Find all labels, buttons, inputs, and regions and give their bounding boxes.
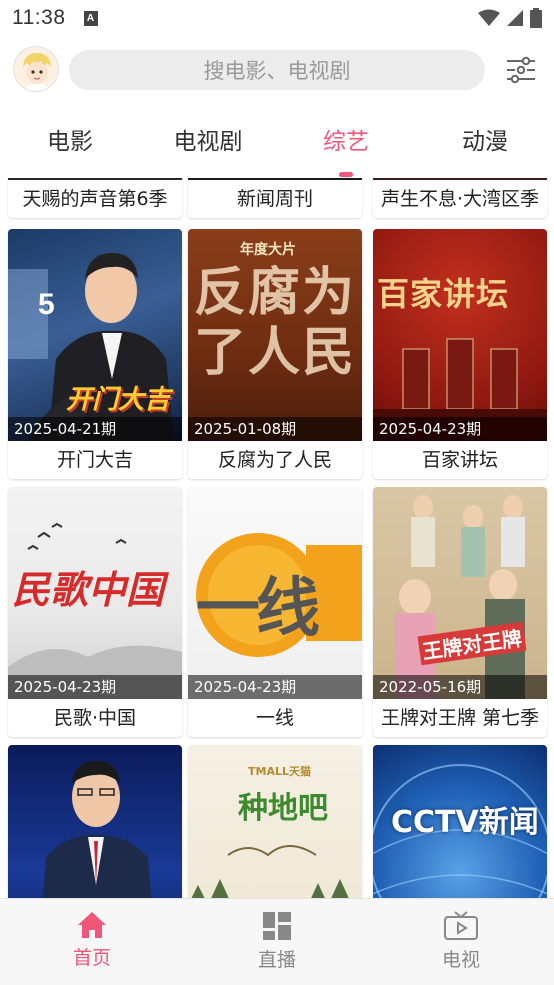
card-title: 声生不息·大湾区季: [380, 188, 540, 210]
card-poster: TMALL天猫 种地吧: [188, 745, 362, 898]
search-input[interactable]: 搜电影、电视剧: [69, 50, 485, 90]
card-title: 新闻周刊: [236, 188, 313, 210]
card-title: 开门大吉: [56, 449, 133, 471]
nav-live[interactable]: 直播: [217, 911, 337, 972]
card-partial[interactable]: 天赐的声音第6季: [8, 178, 182, 218]
search-placeholder: 搜电影、电视剧: [203, 59, 351, 83]
svg-text:5: 5: [38, 288, 55, 321]
poster-logo-text: 开门大吉: [66, 385, 171, 415]
category-tabs: 电影 电视剧 综艺 动漫: [0, 112, 554, 177]
card-poster: 百家讲坛 2025-04-23期: [373, 229, 547, 441]
card-date: 2025-04-23期: [188, 675, 362, 699]
signal-icon: [507, 10, 523, 26]
card-date: 2025-04-21期: [8, 417, 182, 441]
bottom-navigation: 首页 直播 电视: [0, 898, 554, 985]
active-tab-indicator: [339, 172, 353, 177]
card-fanfu[interactable]: 年度大片 反腐为了人民 2025-01-08期 反腐为了人民: [188, 229, 362, 479]
tab-variety[interactable]: 综艺: [296, 122, 396, 156]
status-icons: [478, 8, 542, 28]
card-title: 天赐的声音第6季: [22, 188, 168, 210]
card-poster: 5 开门大吉 2025-04-21期: [8, 229, 182, 441]
poster-title-text: CCTV新闻: [391, 805, 539, 840]
card-zhongdiba[interactable]: TMALL天猫 种地吧: [188, 745, 362, 898]
card-yixian[interactable]: 一线 2025-04-23期 一线: [188, 487, 362, 737]
tab-anime[interactable]: 动漫: [435, 122, 535, 156]
card-partial[interactable]: 新闻周刊: [188, 178, 362, 218]
card-poster: [8, 745, 182, 898]
status-time: 11:38: [12, 6, 66, 29]
card-title: 王牌对王牌 第七季: [380, 707, 540, 729]
card-title: 百家讲坛: [421, 449, 498, 471]
wifi-icon: [478, 9, 500, 26]
battery-icon: [530, 8, 542, 28]
card-minge-zhongguo[interactable]: 民歌中国 2025-04-23期 民歌·中国: [8, 487, 182, 737]
poster-title-text: 一线: [196, 572, 320, 646]
card-news-host[interactable]: [8, 745, 182, 898]
avatar[interactable]: [13, 46, 59, 92]
card-title: 一线: [255, 707, 294, 729]
tv-icon: [444, 911, 478, 940]
card-poster: CCTV新闻: [373, 745, 547, 898]
poster-title-text: 反腐为了人民: [194, 263, 357, 383]
poster-subtext: 年度大片: [240, 242, 296, 258]
notification-icon: A: [83, 10, 98, 26]
tab-movies[interactable]: 电影: [20, 122, 120, 156]
status-bar: 11:38 A: [0, 0, 554, 36]
poster-title-text: 民歌中国: [12, 567, 165, 612]
card-date: 2022-05-16期: [373, 675, 547, 699]
grid-icon: [263, 912, 291, 940]
card-title: 民歌·中国: [53, 707, 137, 729]
card-date: 2025-04-23期: [373, 417, 547, 441]
nav-tv-label: 电视: [441, 949, 480, 971]
variety-content-grid[interactable]: 天赐的声音第6季 新闻周刊 声生不息·大湾区季 5 开门大吉 2025-04-2…: [0, 178, 554, 898]
home-icon: [78, 912, 106, 938]
card-partial[interactable]: 声生不息·大湾区季: [373, 178, 547, 218]
card-date: 2025-01-08期: [188, 417, 362, 441]
card-date: 2025-04-23期: [8, 675, 182, 699]
card-cctv-news[interactable]: CCTV新闻: [373, 745, 547, 898]
top-bar: 搜电影、电视剧: [0, 44, 554, 98]
card-poster: 年度大片 反腐为了人民 2025-01-08期: [188, 229, 362, 441]
nav-home[interactable]: 首页: [32, 911, 152, 970]
card-baijia-jiangtan[interactable]: 百家讲坛 2025-04-23期 百家讲坛: [373, 229, 547, 479]
nav-home-label: 首页: [72, 947, 111, 969]
card-poster: 一线 2025-04-23期: [188, 487, 362, 699]
card-wangpai[interactable]: 王牌对王牌 2022-05-16期 王牌对王牌 第七季: [373, 487, 547, 737]
card-kaimen-daji[interactable]: 5 开门大吉 2025-04-21期 开门大吉: [8, 229, 182, 479]
card-title: 反腐为了人民: [217, 449, 332, 471]
filter-settings-icon[interactable]: [505, 56, 537, 84]
card-poster: 王牌对王牌 2022-05-16期: [373, 487, 547, 699]
nav-live-label: 直播: [257, 949, 296, 971]
tab-tv-series[interactable]: 电视剧: [158, 122, 258, 156]
card-poster: 民歌中国 2025-04-23期: [8, 487, 182, 699]
nav-tv[interactable]: 电视: [401, 911, 521, 972]
